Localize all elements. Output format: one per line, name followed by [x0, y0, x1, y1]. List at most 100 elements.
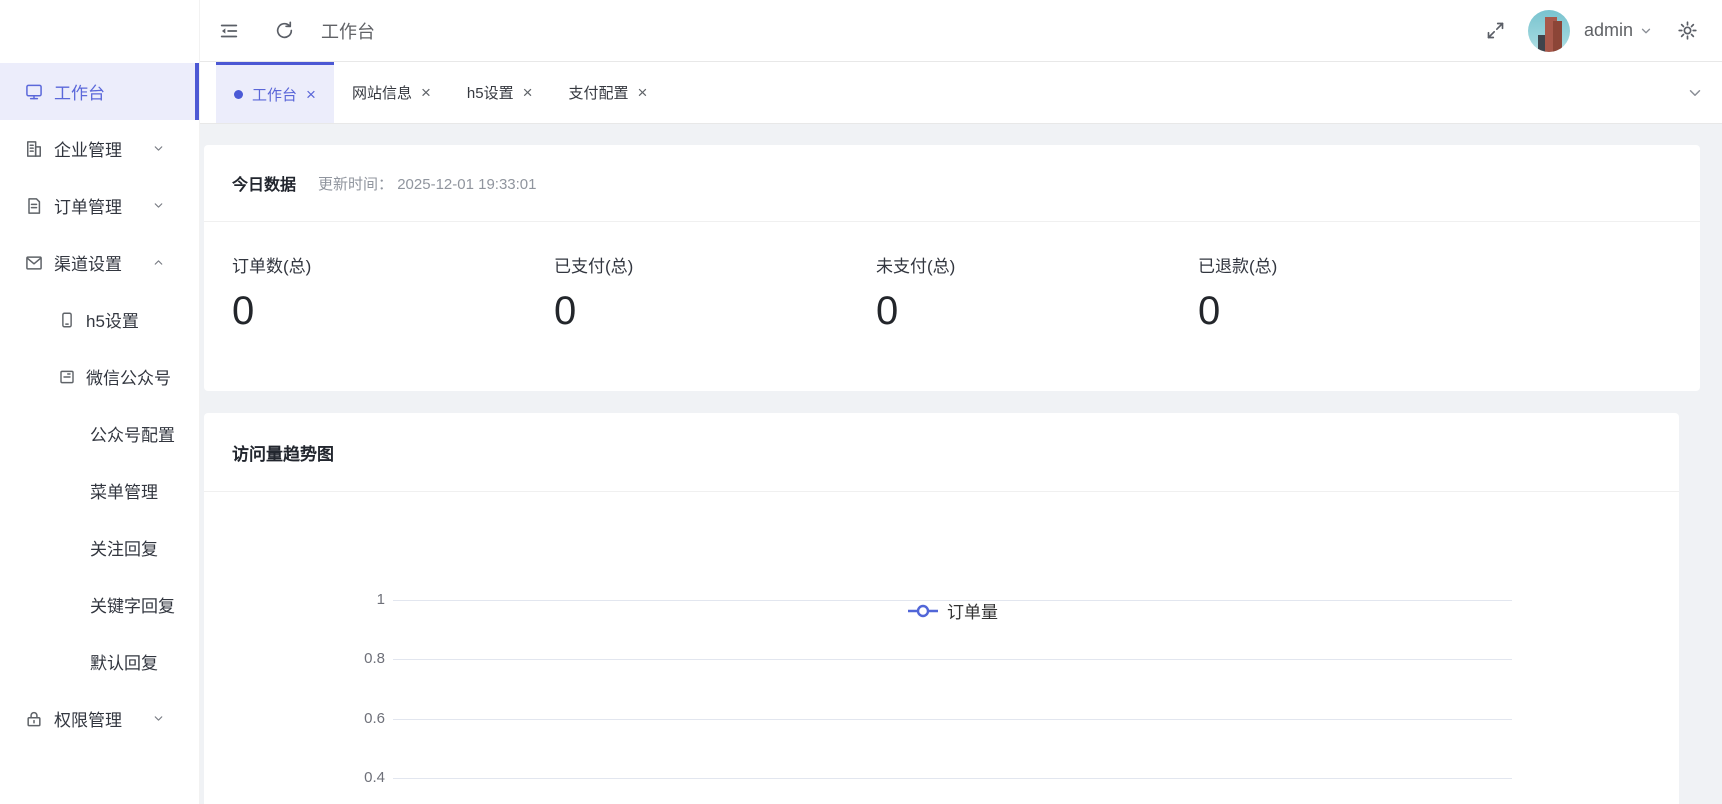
active-tab-dot: [234, 90, 243, 99]
tab-label: 工作台: [252, 84, 297, 105]
sidebar-item-label: 默认回复: [90, 649, 158, 674]
tabs-dropdown-button[interactable]: [1686, 84, 1704, 102]
tab-label: h5设置: [467, 82, 514, 103]
username-label: admin: [1584, 20, 1633, 41]
gear-icon: [1677, 20, 1698, 41]
sidebar-item-default-reply[interactable]: 默认回复: [0, 633, 199, 690]
sidebar-item-enterprise-mgmt[interactable]: 企业管理: [0, 120, 199, 177]
tab-close-icon[interactable]: ×: [421, 84, 431, 101]
avatar-building-shape: [1553, 21, 1562, 52]
sidebar-menu: 工作台企业管理订单管理渠道设置 h5设置微信公众号公众号配置菜单管理关注回复关键字…: [0, 63, 199, 747]
stat-label: 已支付(总): [554, 252, 876, 277]
navbar-right: admin: [1485, 10, 1722, 52]
sidebar-item-label: 工作台: [54, 79, 105, 104]
update-time-value: 2025-12-01 19:33:01: [397, 176, 536, 193]
chart-card-title: 访问量趋势图: [232, 440, 334, 465]
refresh-icon: [274, 20, 295, 41]
chevron-down-icon: [152, 712, 165, 725]
sidebar-item-label: 企业管理: [54, 136, 122, 161]
sidebar-item-official-config[interactable]: 公众号配置: [0, 405, 199, 462]
envelope-icon: [24, 253, 44, 273]
fullscreen-button[interactable]: [1485, 20, 1506, 41]
tab-close-icon[interactable]: ×: [638, 84, 648, 101]
stat-value: 0: [232, 289, 554, 333]
y-axis-tick-label: 1: [204, 593, 385, 607]
tab-h5-settings[interactable]: h5设置 ×: [449, 62, 551, 123]
sidebar-item-menu-mgmt[interactable]: 菜单管理: [0, 462, 199, 519]
stat-value: 0: [554, 289, 876, 333]
avatar[interactable]: [1528, 10, 1570, 52]
phone-icon: [58, 311, 76, 329]
settings-button[interactable]: [1677, 20, 1698, 41]
navbar: 工作台 admin: [200, 0, 1722, 62]
stats-row: 订单数(总)0已支付(总)0未支付(总)0已退款(总)0: [204, 222, 1700, 333]
document-icon: [24, 196, 44, 216]
legend-line-marker-icon: [907, 604, 939, 618]
sidebar-item-label: 公众号配置: [90, 421, 175, 446]
stat-label: 已退款(总): [1198, 252, 1520, 277]
sidebar-item-follow-reply[interactable]: 关注回复: [0, 519, 199, 576]
tab-payment-config[interactable]: 支付配置 ×: [551, 62, 666, 123]
lock-icon: [24, 709, 44, 729]
sidebar-item-wechat-official[interactable]: 微信公众号: [0, 348, 199, 405]
tab-close-icon[interactable]: ×: [306, 86, 316, 103]
chevron-down-icon: [1686, 84, 1704, 102]
grid-line: [393, 600, 1512, 601]
sidebar-item-label: 订单管理: [54, 193, 122, 218]
line-chart: 订单量 10.80.60.4: [204, 492, 1679, 804]
chevron-down-icon: [152, 142, 165, 155]
legend-label: 订单量: [947, 598, 998, 623]
y-axis-tick-label: 0.6: [204, 712, 385, 726]
visit-trend-card: 访问量趋势图 订单量 10.80.60.4: [204, 413, 1679, 804]
grid-line: [393, 719, 1512, 720]
sidebar-item-channel-settings[interactable]: 渠道设置: [0, 234, 199, 291]
tab-close-icon[interactable]: ×: [523, 84, 533, 101]
grid-line: [393, 659, 1512, 660]
card-icon: [58, 368, 76, 386]
refresh-button[interactable]: [274, 20, 295, 41]
sidebar-item-h5-settings[interactable]: h5设置: [0, 291, 199, 348]
sidebar-item-keyword-reply[interactable]: 关键字回复: [0, 576, 199, 633]
breadcrumb: 工作台: [321, 18, 375, 44]
sidebar-item-permission-mgmt[interactable]: 权限管理: [0, 690, 199, 747]
update-time-prefix: 更新时间：: [318, 176, 393, 193]
fullscreen-icon: [1485, 20, 1506, 41]
y-axis-tick-label: 0.8: [204, 652, 385, 666]
sidebar-item-workbench[interactable]: 工作台: [0, 63, 199, 120]
chevron-up-icon: [152, 256, 165, 269]
fold-icon: [218, 20, 240, 42]
today-data-card: 今日数据 更新时间： 2025-12-01 19:33:01 订单数(总)0已支…: [204, 145, 1700, 391]
stat-item: 未支付(总)0: [876, 252, 1198, 333]
tab-label: 网站信息: [352, 82, 412, 103]
stat-value: 0: [876, 289, 1198, 333]
tags-view-bar: 工作台 × 网站信息 × h5设置 × 支付配置 ×: [200, 62, 1722, 124]
sidebar-item-label: 菜单管理: [90, 478, 158, 503]
sidebar-item-label: 关键字回复: [90, 592, 175, 617]
stat-value: 0: [1198, 289, 1520, 333]
building-icon: [24, 139, 44, 159]
sidebar: 工作台企业管理订单管理渠道设置 h5设置微信公众号公众号配置菜单管理关注回复关键字…: [0, 0, 200, 804]
sidebar-item-order-mgmt[interactable]: 订单管理: [0, 177, 199, 234]
tab-site-info[interactable]: 网站信息 ×: [334, 62, 449, 123]
sidebar-item-label: 微信公众号: [86, 364, 171, 389]
tabs-container: 工作台 × 网站信息 × h5设置 × 支付配置 ×: [216, 62, 665, 123]
stat-item: 订单数(总) 0: [232, 252, 554, 333]
tab-label: 支付配置: [569, 82, 629, 103]
update-time: 更新时间： 2025-12-01 19:33:01: [318, 173, 536, 194]
stat-item: 已支付(总) 0: [554, 252, 876, 333]
tab-workbench[interactable]: 工作台 ×: [216, 62, 334, 123]
sidebar-item-label: h5设置: [86, 307, 139, 332]
today-card-header: 今日数据 更新时间： 2025-12-01 19:33:01: [204, 145, 1700, 222]
today-card-title: 今日数据: [232, 171, 296, 195]
sidebar-fold-button[interactable]: [210, 20, 248, 42]
stat-label: 订单数(总): [232, 252, 554, 277]
stat-item: 已退款(总) 0: [1198, 252, 1520, 333]
user-menu[interactable]: admin: [1584, 20, 1653, 41]
chart-card-header: 访问量趋势图: [204, 413, 1679, 492]
chevron-down-icon: [152, 199, 165, 212]
chevron-down-icon: [1639, 24, 1653, 38]
grid-line: [393, 778, 1512, 779]
monitor-icon: [24, 82, 44, 102]
sidebar-item-label: 渠道设置: [54, 250, 122, 275]
chart-legend[interactable]: 订单量: [393, 598, 1512, 623]
